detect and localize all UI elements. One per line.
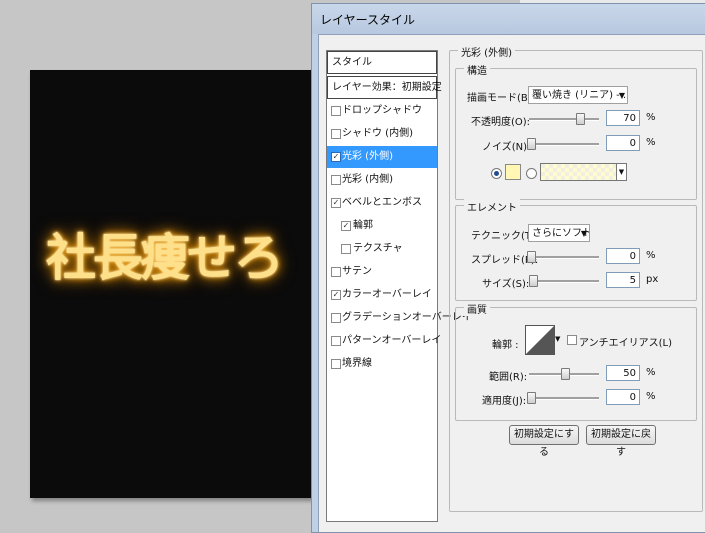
size-input[interactable]: 5 [606,272,640,288]
contour-curve-icon [526,326,554,354]
antialias-label: アンチエイリアス(L) [579,338,672,349]
list-item-bevel-emboss[interactable]: ✓ ベベルとエンボス [327,192,437,214]
checkbox-checked[interactable]: ✓ [331,198,341,208]
layer-style-dialog: レイヤースタイル スタイル レイヤー効果：初期設定 ドロップシャドウ シャドウ … [311,3,705,533]
spread-slider-thumb[interactable] [527,251,536,263]
list-item-drop-shadow[interactable]: ドロップシャドウ [327,100,437,122]
list-item-satin[interactable]: サテン [327,261,437,283]
noise-input[interactable]: 0 [606,135,640,151]
reset-default-button[interactable]: 初期設定に戻す [586,425,656,458]
jitter-slider-thumb[interactable] [527,392,536,404]
range-slider-thumb[interactable] [561,368,570,380]
noise-slider[interactable] [529,143,599,146]
solid-color-radio[interactable] [491,168,502,179]
spread-input[interactable]: 0 [606,248,640,264]
checkbox[interactable] [341,244,351,254]
structure-title: 構造 [464,62,490,77]
list-item-contour[interactable]: ✓ 輪郭 [327,215,437,237]
size-unit: px [646,274,659,285]
range-unit: % [646,367,656,378]
settings-pane: 光彩 (外側) 構造 描画モード(B) : 覆い焼き (リニア) - ... ▼… [449,35,704,515]
dropdown-arrow-icon: ▼ [580,229,587,238]
opacity-input[interactable]: 70 [606,110,640,126]
list-item-styles[interactable]: スタイル [327,51,437,74]
jitter-input[interactable]: 0 [606,389,640,405]
range-label: 範囲(R): [489,372,528,383]
dialog-client: スタイル レイヤー効果：初期設定 ドロップシャドウ シャドウ (内側) ✓ 光彩… [318,34,705,532]
panel-title: 光彩 (外側) [458,44,515,59]
list-item-outer-glow[interactable]: ✓ 光彩 (外側) [327,146,437,168]
list-item-blending-options[interactable]: レイヤー効果：初期設定 [327,76,442,99]
opacity-unit: % [646,112,656,123]
list-item-gradient-overlay[interactable]: グラデーションオーバーレイ [327,307,472,329]
noise-unit: % [646,137,656,148]
contour-label: 輪郭 : [492,340,519,351]
range-input[interactable]: 50 [606,365,640,381]
list-item-inner-shadow[interactable]: シャドウ (内側) [327,123,437,145]
elements-title: エレメント [464,199,520,214]
contour-dropdown-icon[interactable]: ▼ [555,335,560,343]
canvas-glow-text: 社長痩せろ [46,228,284,287]
gradient-radio[interactable] [526,168,537,179]
quality-title: 画質 [464,301,490,316]
size-slider[interactable] [529,280,599,283]
contour-preview[interactable] [525,325,555,355]
spread-unit: % [646,250,656,261]
noise-label: ノイズ(N): [482,142,531,153]
checkbox[interactable] [331,129,341,139]
gradient-dropdown-icon[interactable]: ▼ [616,163,627,181]
spread-slider[interactable] [529,256,599,259]
size-label: サイズ(S): [482,279,530,290]
checkbox-checked[interactable]: ✓ [341,221,351,231]
style-list: スタイル レイヤー効果：初期設定 ドロップシャドウ シャドウ (内側) ✓ 光彩… [326,50,472,522]
checkbox[interactable] [331,336,341,346]
list-item-color-overlay[interactable]: ✓ カラーオーバーレイ [327,284,437,306]
list-item-texture[interactable]: テクスチャ [327,238,437,260]
dropdown-arrow-icon: ▼ [618,91,625,100]
noise-slider-thumb[interactable] [527,138,536,150]
dialog-titlebar[interactable]: レイヤースタイル [312,4,705,34]
dialog-title: レイヤースタイル [320,13,416,27]
checkbox[interactable] [331,175,341,185]
gradient-preview[interactable] [540,163,618,181]
checkbox-checked[interactable]: ✓ [331,290,341,300]
glow-color-swatch[interactable] [505,164,521,180]
list-item-inner-glow[interactable]: 光彩 (内側) [327,169,437,191]
checkbox[interactable] [331,106,341,116]
checkbox[interactable] [331,267,341,277]
checkbox-checked[interactable]: ✓ [331,152,341,162]
list-item-pattern-overlay[interactable]: パターンオーバーレイ [327,330,441,352]
technique-select[interactable]: さらにソフトに ▼ [528,224,590,242]
jitter-slider[interactable] [529,397,599,400]
opacity-slider-thumb[interactable] [576,113,585,125]
blend-mode-select[interactable]: 覆い焼き (リニア) - ... ▼ [528,86,628,104]
list-item-stroke[interactable]: 境界線 [327,353,437,375]
antialias-checkbox[interactable] [567,335,577,345]
opacity-slider[interactable] [529,118,599,121]
jitter-unit: % [646,391,656,402]
checkbox[interactable] [331,313,341,323]
checkbox[interactable] [331,359,341,369]
document-canvas[interactable]: 社長痩せろ [30,70,315,498]
jitter-label: 適用度(J): [482,396,527,407]
size-slider-thumb[interactable] [529,275,538,287]
make-default-button[interactable]: 初期設定にする [509,425,579,458]
opacity-label: 不透明度(O): [471,117,531,128]
